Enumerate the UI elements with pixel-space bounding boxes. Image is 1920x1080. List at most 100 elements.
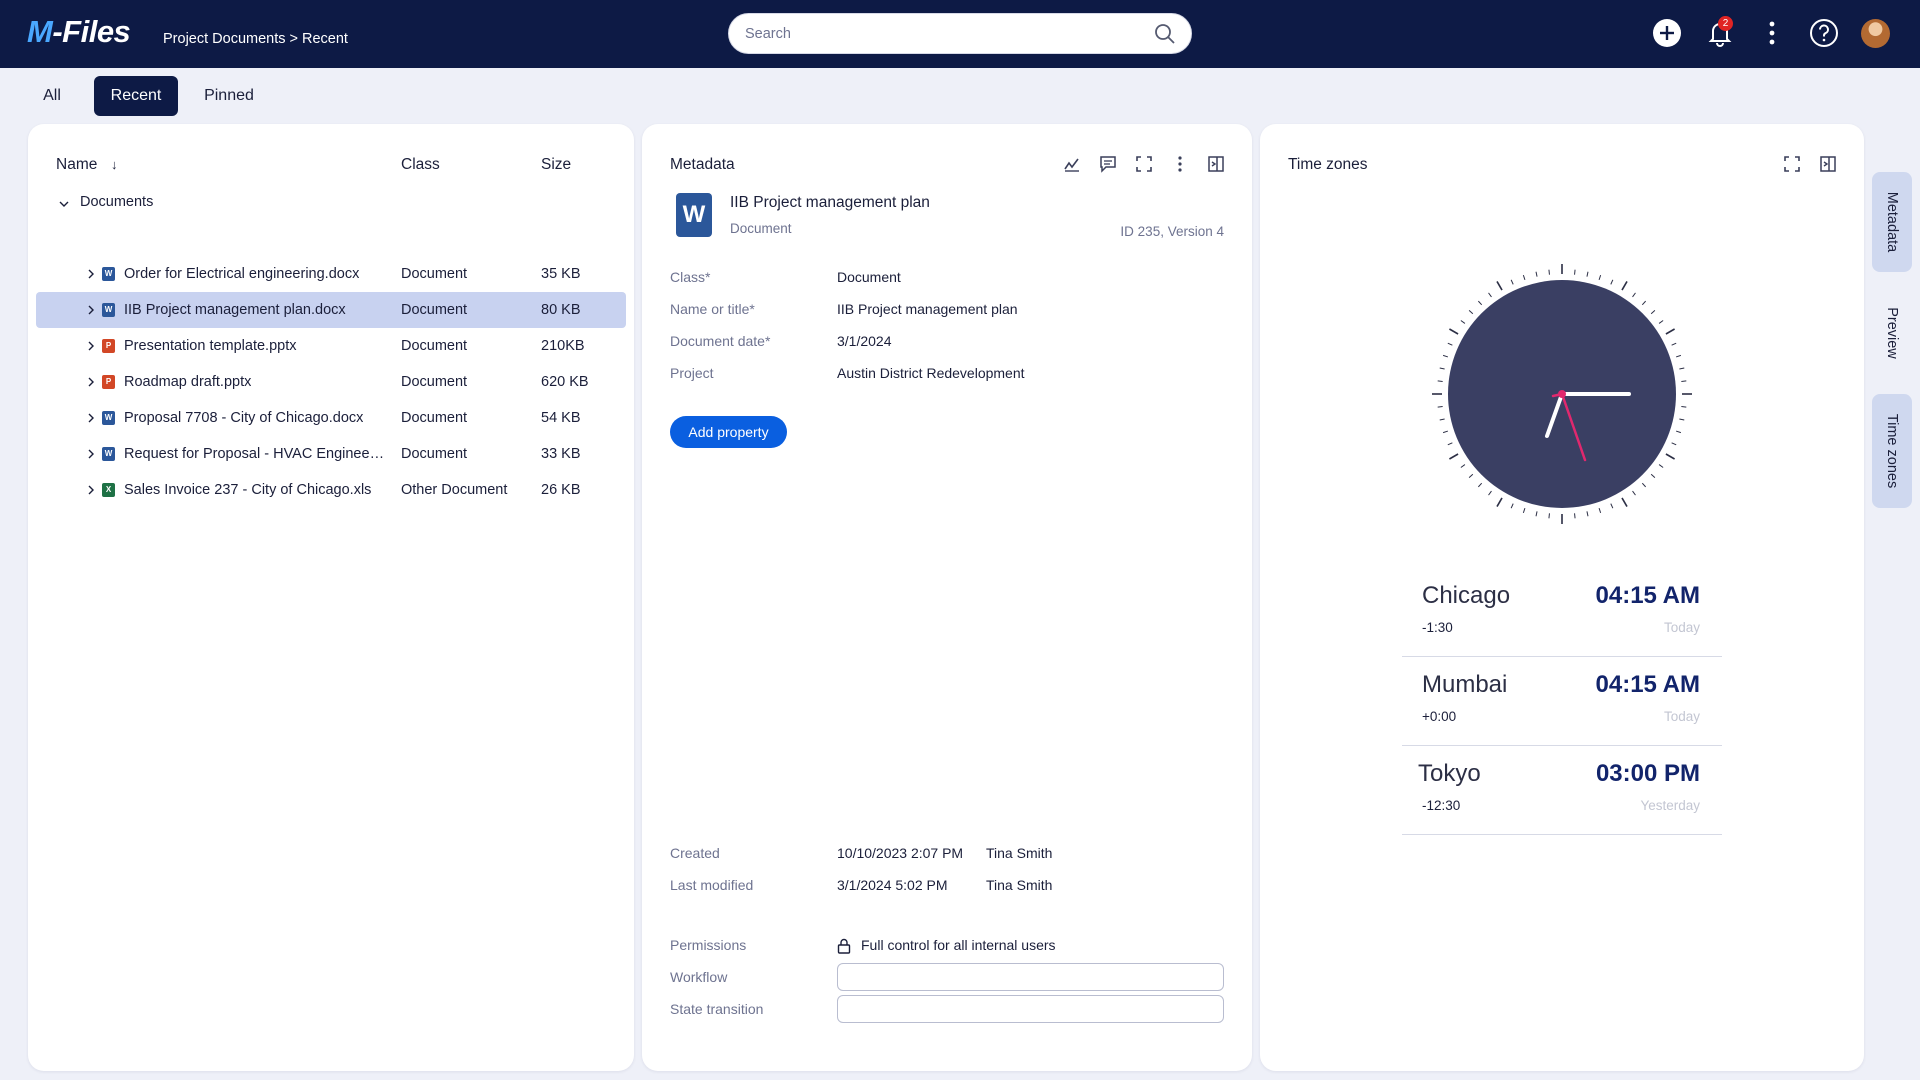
- clock-tick: [1598, 507, 1602, 514]
- more-options-icon[interactable]: [1756, 17, 1788, 49]
- created-by: Tina Smith: [986, 845, 1053, 861]
- clock-tick: [1621, 497, 1628, 507]
- file-class: Document: [401, 446, 468, 462]
- side-tab-label: Time zones: [1884, 413, 1900, 489]
- timezone-city: Chicago: [1422, 582, 1511, 609]
- chevron-right-icon[interactable]: [86, 412, 96, 424]
- m-files-logo[interactable]: M-Files: [27, 14, 131, 50]
- timezone-day: Today: [1663, 709, 1700, 724]
- clock-tick: [1598, 274, 1602, 281]
- clock-tick: [1460, 320, 1466, 324]
- property-value-name[interactable]: IIB Project management plan: [837, 301, 1018, 317]
- clock-tick: [1488, 490, 1492, 496]
- file-name: Sales Invoice 237 - City of Chicago.xls: [124, 482, 372, 498]
- clock-tick: [1442, 354, 1449, 358]
- clock-tick: [1621, 281, 1628, 291]
- tab-pinned[interactable]: Pinned: [196, 76, 262, 116]
- clock-tick: [1679, 367, 1685, 370]
- table-row[interactable]: W IIB Project management plan.docx Documen…: [36, 292, 626, 328]
- clock-tick: [1675, 354, 1682, 358]
- chevron-right-icon[interactable]: [86, 448, 96, 460]
- table-row[interactable]: P Presentation template.pptx Document 210KB: [36, 328, 626, 364]
- clock-tick: [1658, 320, 1664, 324]
- timezone-day: Today: [1663, 620, 1700, 635]
- analog-clock: [1432, 264, 1692, 524]
- clock-tick: [1447, 442, 1453, 446]
- help-icon[interactable]: [1808, 17, 1840, 49]
- clock-tick: [1477, 482, 1483, 488]
- chevron-right-icon[interactable]: [86, 304, 96, 316]
- breadcrumb[interactable]: Project Documents > Recent: [163, 31, 348, 47]
- expand-icon[interactable]: [1782, 154, 1802, 174]
- clock-center: [1558, 390, 1566, 398]
- property-value-project[interactable]: Austin District Redevelopment: [837, 365, 1025, 381]
- timezone-row-chicago[interactable]: Chicago 04:15 AM -1:30 Today: [1402, 568, 1722, 657]
- file-size: 33 KB: [541, 446, 581, 462]
- search-icon[interactable]: [1153, 22, 1177, 46]
- file-size: 620 KB: [541, 374, 589, 390]
- timezone-city: Mumbai: [1422, 671, 1508, 698]
- file-type-icon: W: [102, 267, 115, 281]
- file-type-icon: W: [102, 411, 115, 425]
- group-documents[interactable]: Documents: [80, 194, 153, 210]
- property-value-date[interactable]: 3/1/2024: [837, 333, 892, 349]
- table-row[interactable]: X Sales Invoice 237 - City of Chicago.xls…: [36, 472, 626, 508]
- pin-panel-icon[interactable]: [1206, 154, 1226, 174]
- more-options-icon[interactable]: [1170, 154, 1190, 174]
- signature-icon[interactable]: [1062, 154, 1082, 174]
- property-value-class[interactable]: Document: [837, 269, 901, 285]
- clock-tick: [1468, 309, 1474, 315]
- timezone-row-tokyo[interactable]: Tokyo 03:00 PM -12:30 Yesterday: [1402, 746, 1722, 835]
- search-bar[interactable]: Search: [728, 13, 1192, 54]
- chevron-right-icon[interactable]: [86, 376, 96, 388]
- chevron-down-icon[interactable]: [58, 198, 70, 210]
- column-header-class[interactable]: Class: [401, 156, 440, 174]
- side-tab-metadata[interactable]: Metadata: [1872, 172, 1912, 272]
- modified-label: Last modified: [670, 877, 754, 893]
- clock-tick: [1675, 430, 1682, 434]
- chevron-right-icon[interactable]: [86, 484, 96, 496]
- clock-tick: [1449, 328, 1459, 335]
- file-type-icon: P: [102, 339, 115, 353]
- file-size: 26 KB: [541, 482, 581, 498]
- search-input[interactable]: Search: [745, 26, 791, 42]
- clock-tick: [1535, 271, 1538, 277]
- table-row[interactable]: W Order for Electrical engineering.docx Do…: [36, 256, 626, 292]
- file-type-icon: W: [102, 447, 115, 461]
- comment-icon[interactable]: [1098, 154, 1118, 174]
- table-row[interactable]: P Roadmap draft.pptx Document 620 KB: [36, 364, 626, 400]
- workflow-field[interactable]: [837, 963, 1224, 991]
- column-header-size[interactable]: Size: [541, 156, 571, 174]
- timezone-row-mumbai[interactable]: Mumbai 04:15 AM +0:00 Today: [1402, 657, 1722, 746]
- add-icon[interactable]: [1651, 17, 1683, 49]
- sort-descending-icon[interactable]: ↓: [111, 157, 118, 172]
- clock-tick: [1510, 503, 1514, 509]
- permissions-label: Permissions: [670, 937, 747, 953]
- created-date: 10/10/2023 2:07 PM: [837, 845, 964, 861]
- side-tab-time-zones[interactable]: Time zones: [1872, 394, 1912, 508]
- clock-tick: [1665, 328, 1675, 335]
- table-row[interactable]: W Request for Proposal - HVAC Engineerin.…: [36, 436, 626, 472]
- clock-tick: [1632, 292, 1636, 298]
- pin-panel-icon[interactable]: [1818, 154, 1838, 174]
- column-header-name[interactable]: Name: [56, 156, 97, 174]
- clock-tick: [1439, 367, 1445, 370]
- divider: [1402, 834, 1722, 835]
- permissions-value[interactable]: Full control for all internal users: [861, 937, 1056, 953]
- chevron-right-icon[interactable]: [86, 268, 96, 280]
- add-property-button[interactable]: Add property: [670, 416, 787, 448]
- time-zones-panel: Time zones Chicago 04:15 AM -1:30 Today …: [1260, 124, 1864, 1071]
- table-row[interactable]: W Proposal 7708 - City of Chicago.docx Doc…: [36, 400, 626, 436]
- tab-all[interactable]: All: [28, 76, 76, 116]
- side-tab-preview[interactable]: Preview: [1872, 283, 1912, 383]
- user-avatar[interactable]: [1861, 19, 1890, 48]
- property-label-name: Name or title*: [670, 301, 755, 317]
- clock-tick: [1586, 271, 1589, 277]
- clock-tick: [1586, 511, 1589, 517]
- state-transition-field[interactable]: [837, 995, 1224, 1023]
- file-name: Order for Electrical engineering.docx: [124, 266, 360, 282]
- expand-icon[interactable]: [1134, 154, 1154, 174]
- tab-recent[interactable]: Recent: [94, 76, 178, 116]
- chevron-right-icon[interactable]: [86, 340, 96, 352]
- metadata-panel-title: Metadata: [670, 156, 735, 173]
